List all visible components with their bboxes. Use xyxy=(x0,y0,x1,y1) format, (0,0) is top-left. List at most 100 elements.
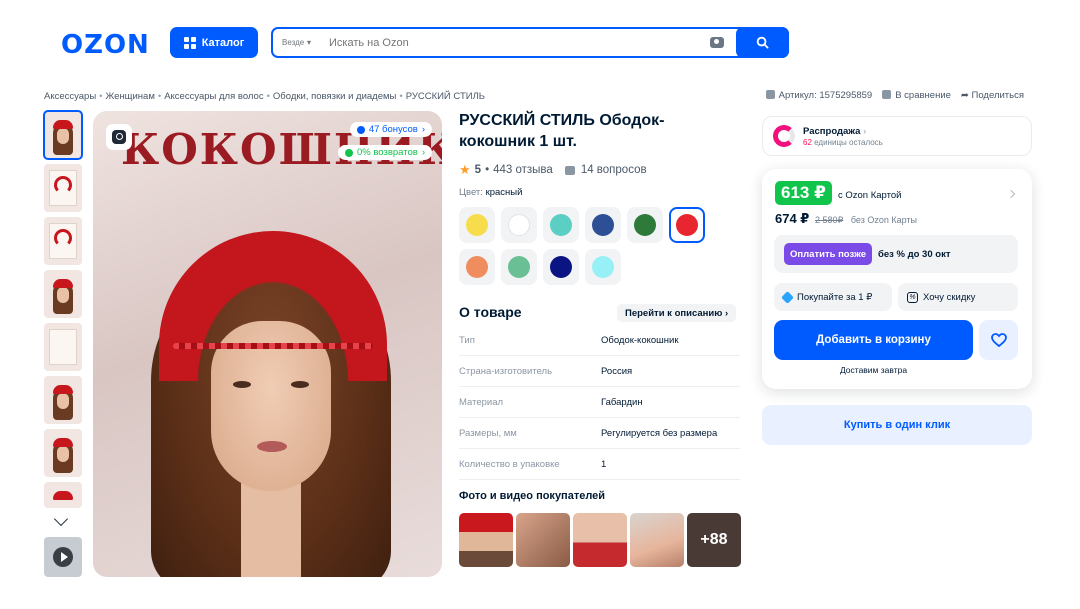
property-row: Материал Габардин xyxy=(459,387,740,418)
color-value: красный xyxy=(485,187,523,198)
pay-later-row[interactable]: Оплатить позже без % до 30 окт xyxy=(774,235,1018,273)
search-scope-select[interactable]: Везде ▾ xyxy=(273,37,329,48)
search-icon xyxy=(756,36,769,49)
color-swatch[interactable] xyxy=(459,207,495,243)
chevron-down-icon: ▾ xyxy=(307,38,312,47)
catalog-button[interactable]: Каталог xyxy=(170,27,258,58)
thumbnail[interactable] xyxy=(44,217,82,265)
rating-value: 5 xyxy=(474,164,482,176)
thumbnail[interactable] xyxy=(43,110,83,160)
sale-progress-icon xyxy=(773,125,795,147)
ozon-card-label: с Ozon Картой xyxy=(838,190,902,201)
bonus-text: 47 бонусов xyxy=(368,124,418,135)
product-main-image[interactable]: КОКОШНИК 47 бонусов › 0% возвратов › xyxy=(93,111,442,577)
rating-row[interactable]: ★ 5 • 443 отзыва 14 вопросов xyxy=(459,162,647,178)
buyer-photo[interactable] xyxy=(573,513,627,567)
thumbnail[interactable] xyxy=(44,164,82,212)
reviews-count[interactable]: 443 отзыва xyxy=(493,164,553,176)
property-key: Тип xyxy=(459,334,475,346)
return-icon xyxy=(345,148,353,157)
swatch-color-dot xyxy=(634,214,656,236)
product-meta: Артикул: 1575295859 В сравнение ➦ Подели… xyxy=(765,90,1024,101)
swatch-color-dot xyxy=(466,214,488,236)
breadcrumb-item[interactable]: Аксессуары xyxy=(44,91,96,102)
swatch-color-dot xyxy=(592,214,614,236)
rating-sep: • xyxy=(485,164,490,176)
search-input[interactable] xyxy=(329,36,710,49)
buyer-photo[interactable] xyxy=(630,513,684,567)
ozon-logo[interactable]: OZON xyxy=(61,30,150,60)
breadcrumb-item[interactable]: РУССКИЙ СТИЛЬ xyxy=(406,91,485,102)
thumbnail[interactable] xyxy=(44,482,82,508)
questions-count[interactable]: 14 вопросов xyxy=(581,164,647,176)
search-button[interactable] xyxy=(736,27,789,58)
color-swatch[interactable] xyxy=(543,207,579,243)
bonus-icon xyxy=(356,125,365,134)
breadcrumb-item[interactable]: Женщинам xyxy=(106,91,155,102)
color-swatch[interactable] xyxy=(501,249,537,285)
color-swatch[interactable] xyxy=(459,249,495,285)
buyer-photos-more-count: +88 xyxy=(700,531,728,548)
thumbnail[interactable] xyxy=(44,270,82,318)
compare-text: В сравнение xyxy=(895,90,951,101)
add-to-cart-button[interactable]: Добавить в корзину xyxy=(774,320,973,360)
diamond-icon xyxy=(781,290,794,304)
price-card: 613 ₽ с Ozon Картой 674 ₽ 2 580₽ без Ozo… xyxy=(762,169,1032,389)
product-title: РУССКИЙ СТИЛЬ Ободок-кокошник 1 шт. xyxy=(459,112,665,150)
return-badge[interactable]: 0% возвратов › xyxy=(338,145,432,160)
property-key: Страна-изготовитель xyxy=(459,365,553,377)
thumbnail[interactable] xyxy=(44,376,82,424)
color-swatch[interactable] xyxy=(585,207,621,243)
property-row: Размеры, мм Регулируется без размера xyxy=(459,418,740,449)
article-number[interactable]: Артикул: 1575295859 xyxy=(765,90,873,101)
questions-icon xyxy=(564,165,575,175)
buyer-photos-more[interactable]: +88 xyxy=(687,513,741,567)
pay-later-button[interactable]: Оплатить позже xyxy=(784,243,872,265)
share-link[interactable]: ➦ Поделиться xyxy=(961,90,1024,101)
buyer-media-strip: +88 xyxy=(459,513,741,567)
buy-one-click-button[interactable]: Купить в один клик xyxy=(762,405,1032,445)
chevron-down-icon[interactable] xyxy=(53,511,69,527)
swatch-color-dot xyxy=(466,256,488,278)
sale-count: 62 xyxy=(803,137,812,147)
old-price: 2 580₽ xyxy=(814,215,844,225)
copy-icon xyxy=(765,90,775,99)
color-swatch[interactable] xyxy=(669,207,705,243)
breadcrumb-item[interactable]: Ободки, повязки и диадемы xyxy=(273,91,396,102)
sale-info: Распродажа › 62 единицы осталось xyxy=(803,125,883,147)
property-value: Габардин xyxy=(601,396,643,408)
property-key: Количество в упаковке xyxy=(459,458,560,470)
color-swatch[interactable] xyxy=(585,249,621,285)
color-swatch[interactable] xyxy=(543,249,579,285)
article-text: Артикул: 1575295859 xyxy=(778,90,873,101)
color-swatch[interactable] xyxy=(501,207,537,243)
regular-price: 674 ₽ xyxy=(775,211,810,226)
want-discount-label: Хочу скидку xyxy=(923,291,976,303)
color-swatch[interactable] xyxy=(627,207,663,243)
lens-icon xyxy=(112,130,126,144)
color-label: Цвет: красный xyxy=(459,187,522,198)
bonus-badge[interactable]: 47 бонусов › xyxy=(349,122,432,137)
goto-description-button[interactable]: Перейти к описанию › xyxy=(617,304,737,322)
thumbnail[interactable] xyxy=(44,429,82,477)
favorite-button[interactable] xyxy=(979,320,1018,360)
property-value: Регулируется без размера xyxy=(601,427,718,439)
ozon-card-price[interactable]: 613 ₽ xyxy=(775,181,832,205)
compare-link[interactable]: В сравнение xyxy=(882,90,951,101)
camera-icon[interactable] xyxy=(710,37,724,48)
regular-price-label: без Ozon Карты xyxy=(850,215,918,225)
buyer-photo[interactable] xyxy=(516,513,570,567)
image-search-button[interactable] xyxy=(106,124,132,150)
delivery-text: Доставим завтра xyxy=(839,365,908,375)
thumbnail[interactable] xyxy=(44,323,82,371)
buyer-photo[interactable] xyxy=(459,513,513,567)
swatch-color-dot xyxy=(550,214,572,236)
breadcrumb-item[interactable]: Аксессуары для волос xyxy=(164,91,263,102)
chevron-right-icon[interactable] xyxy=(1006,189,1016,199)
video-thumbnail[interactable] xyxy=(44,537,82,577)
regular-price-row: 674 ₽ 2 580₽ без Ozon Карты xyxy=(775,211,917,227)
thumbnail-strip xyxy=(43,110,83,513)
sale-card[interactable]: Распродажа › 62 единицы осталось xyxy=(762,116,1032,156)
want-discount-button[interactable]: % Хочу скидку xyxy=(898,283,1018,311)
buy-for-one-button[interactable]: Покупайте за 1 ₽ xyxy=(774,283,892,311)
